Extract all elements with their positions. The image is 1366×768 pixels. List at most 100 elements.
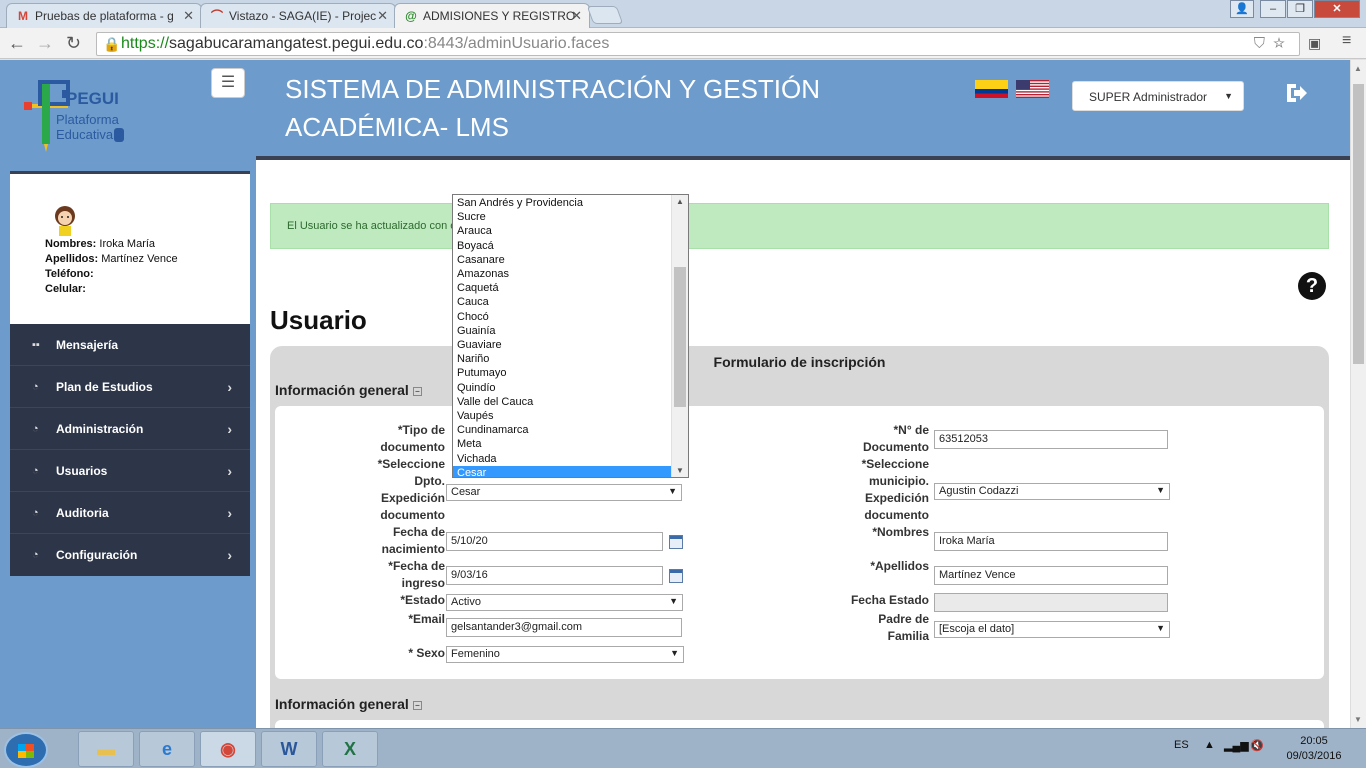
bookmark-star-icon[interactable]: ⛉☆ bbox=[1254, 33, 1293, 55]
dropdown-option[interactable]: Cauca bbox=[453, 295, 672, 309]
usa-flag-icon[interactable] bbox=[1016, 80, 1049, 98]
clock[interactable]: 20:05 09/03/2016 bbox=[1282, 734, 1346, 764]
dropdown-option[interactable]: Cundinamarca bbox=[453, 423, 672, 437]
browser-menu-icon[interactable]: ≡ bbox=[1342, 32, 1358, 50]
close-tab-icon[interactable]: ✕ bbox=[571, 8, 582, 24]
scroll-down-icon[interactable]: ▼ bbox=[1354, 715, 1362, 724]
dropdown-option[interactable]: Meta bbox=[453, 437, 672, 451]
help-icon[interactable]: ? bbox=[1298, 272, 1326, 300]
sexo-select[interactable]: Femenino ▼ bbox=[446, 646, 684, 663]
padre-familia-select[interactable]: [Escoja el dato] ▼ bbox=[934, 621, 1170, 638]
network-icon[interactable]: ▂▄▆ bbox=[1224, 739, 1249, 752]
email-field[interactable]: gelsantander3@gmail.com bbox=[446, 618, 682, 637]
app-title-line1: SISTEMA DE ADMINISTRACIÓN Y GESTIÓN bbox=[285, 74, 821, 104]
dropdown-option[interactable]: Guainía bbox=[453, 324, 672, 338]
logout-icon[interactable] bbox=[1284, 80, 1310, 106]
scrollbar-thumb[interactable] bbox=[1353, 84, 1364, 364]
dropdown-option[interactable]: Cesar bbox=[453, 465, 672, 477]
dropdown-option[interactable]: Valle del Cauca bbox=[453, 395, 672, 409]
user-icon[interactable]: 👤 bbox=[1230, 0, 1254, 18]
language-indicator[interactable]: ES bbox=[1174, 739, 1189, 751]
sidebar-item-mensajeria[interactable]: ▪▪ Mensajería bbox=[10, 324, 250, 366]
browser-tab-gmail[interactable]: M Pruebas de plataforma - g ✕ bbox=[6, 3, 202, 28]
minimize-button[interactable]: – bbox=[1260, 0, 1286, 18]
form-box-general-2 bbox=[275, 720, 1324, 728]
num-documento-input[interactable]: 63512053 bbox=[934, 430, 1168, 449]
section-header-general-2[interactable]: Información general − bbox=[275, 696, 422, 712]
nombres-input[interactable]: Iroka María bbox=[934, 532, 1168, 551]
fecha-ingreso-label: *Fecha de ingreso bbox=[388, 559, 445, 590]
role-select[interactable]: SUPER Administrador ▼ bbox=[1072, 81, 1244, 111]
close-tab-icon[interactable]: ✕ bbox=[183, 8, 194, 24]
fecha-nacimiento-input[interactable]: 5/10/20 bbox=[446, 532, 663, 551]
dropdown-option[interactable]: Putumayo bbox=[453, 366, 672, 380]
close-window-button[interactable]: ✕ bbox=[1314, 0, 1360, 18]
fecha-ingreso-input[interactable]: 9/03/16 bbox=[446, 566, 663, 585]
dropdown-option[interactable]: Nariño bbox=[453, 352, 672, 366]
explorer-icon[interactable]: ▬ bbox=[78, 731, 134, 767]
dropdown-option[interactable]: Casanare bbox=[453, 253, 672, 267]
num-documento-label: *N° de Documento bbox=[863, 423, 929, 454]
dropdown-option[interactable]: Chocó bbox=[453, 310, 672, 324]
dropdown-option[interactable]: Quindío bbox=[453, 381, 672, 395]
chevron-right-icon: › bbox=[227, 379, 232, 395]
browser-tab-vistazo[interactable]: ⌒ Vistazo - SAGA(IE) - Projec ✕ bbox=[200, 3, 396, 28]
dropdown-option[interactable]: San Andrés y Providencia bbox=[453, 196, 672, 210]
scroll-up-icon[interactable]: ▲ bbox=[1354, 64, 1362, 73]
close-tab-icon[interactable]: ✕ bbox=[377, 8, 388, 24]
sidebar-item-configuracion[interactable]: ◔ Configuración › bbox=[10, 534, 250, 576]
section-header-general[interactable]: Información general − bbox=[275, 382, 422, 398]
excel-icon[interactable]: X bbox=[322, 731, 378, 767]
extension-icon[interactable]: ▣ bbox=[1308, 33, 1321, 53]
forward-icon[interactable]: → bbox=[36, 33, 54, 53]
back-icon[interactable]: ← bbox=[8, 33, 26, 53]
page-scrollbar[interactable]: ▲ ▼ bbox=[1350, 60, 1366, 728]
estado-select[interactable]: Activo ▼ bbox=[446, 594, 683, 611]
sexo-label: * Sexo bbox=[408, 646, 445, 660]
dropdown-option[interactable]: Guaviare bbox=[453, 338, 672, 352]
new-tab-button[interactable] bbox=[586, 6, 624, 24]
sidebar-item-usuarios[interactable]: ◔ Usuarios › bbox=[10, 450, 250, 492]
browser-tab-admisiones[interactable]: @ ADMISIONES Y REGISTRO ✕ bbox=[394, 3, 590, 29]
sidebar-item-administracion[interactable]: ◔ Administración › bbox=[10, 408, 250, 450]
dropdown-scrollbar[interactable]: ▲ ▼ bbox=[671, 195, 688, 477]
windows-taskbar: ▬ e ◉ W X ES ▲ ▂▄▆ 🔇 20:05 09/03/2016 bbox=[0, 728, 1366, 768]
scroll-up-icon[interactable]: ▲ bbox=[676, 197, 684, 206]
panel-title: Formulario de inscripción bbox=[713, 354, 886, 370]
chrome-icon[interactable]: ◉ bbox=[200, 731, 256, 767]
profile-telefono: Teléfono: bbox=[45, 268, 94, 280]
maximize-button[interactable]: ❐ bbox=[1287, 0, 1313, 18]
colombia-flag-icon[interactable] bbox=[975, 80, 1008, 98]
reload-icon[interactable]: ↻ bbox=[66, 33, 81, 53]
form-panel: Formulario de inscripción Información ge… bbox=[270, 346, 1329, 728]
tray-expand-icon[interactable]: ▲ bbox=[1204, 739, 1215, 751]
calendar-icon[interactable] bbox=[669, 569, 683, 583]
volume-muted-icon[interactable]: 🔇 bbox=[1250, 739, 1264, 752]
dpto-dropdown-list[interactable]: San Andrés y Providencia Sucre Arauca Boyac… bbox=[452, 194, 689, 478]
dpto-select[interactable]: Cesar ▼ bbox=[446, 484, 682, 501]
dropdown-option[interactable]: Vaupés bbox=[453, 409, 672, 423]
word-icon[interactable]: W bbox=[261, 731, 317, 767]
dropdown-option[interactable]: Boyacá bbox=[453, 239, 672, 253]
menu-toggle-button[interactable]: ☰ bbox=[211, 68, 245, 98]
chevron-down-icon: ▼ bbox=[1156, 485, 1165, 495]
scroll-down-icon[interactable]: ▼ bbox=[676, 466, 684, 475]
lock-icon: 🔒 bbox=[103, 36, 121, 52]
windows-start-button[interactable] bbox=[4, 732, 48, 768]
dropdown-option[interactable]: Sucre bbox=[453, 210, 672, 224]
dropdown-option[interactable]: Amazonas bbox=[453, 267, 672, 281]
apellidos-input[interactable]: Martínez Vence bbox=[934, 566, 1168, 585]
sidebar-item-auditoria[interactable]: ◔ Auditoria › bbox=[10, 492, 250, 534]
form-box-general: *Tipo de documento *Seleccione Dpto. Expedi… bbox=[275, 406, 1324, 679]
collapse-icon[interactable]: − bbox=[412, 387, 422, 396]
municipio-select[interactable]: Agustin Codazzi ▼ bbox=[934, 483, 1170, 500]
url-field[interactable]: 🔒 https://sagabucaramangatest.pegui.edu.… bbox=[96, 32, 1300, 56]
dropdown-option[interactable]: Arauca bbox=[453, 224, 672, 238]
scrollbar-thumb[interactable] bbox=[674, 267, 686, 407]
dropdown-option[interactable]: Vichada bbox=[453, 452, 672, 466]
internet-explorer-icon[interactable]: e bbox=[139, 731, 195, 767]
sidebar-item-plan-estudios[interactable]: ◔ Plan de Estudios › bbox=[10, 366, 250, 408]
calendar-icon[interactable] bbox=[669, 535, 683, 549]
collapse-icon[interactable]: − bbox=[412, 701, 422, 710]
dropdown-option[interactable]: Caquetá bbox=[453, 281, 672, 295]
